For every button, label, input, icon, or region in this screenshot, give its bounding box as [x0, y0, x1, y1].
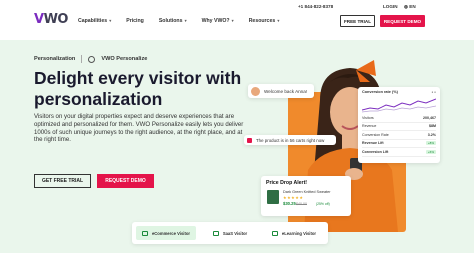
request-demo-button[interactable]: REQUEST DEMO	[380, 15, 425, 27]
chevron-down-icon: ▾	[108, 18, 112, 23]
hero-request-demo-button[interactable]: REQUEST DEMO	[97, 174, 154, 188]
cloud-icon	[212, 230, 219, 236]
conversion-rate-sparkline	[362, 98, 436, 113]
top-navigation-bar: VWO Capabilities ▾ Pricing Solutions ▾ W…	[0, 0, 474, 40]
stats-row: Revenue Lift +8%	[362, 140, 436, 148]
conversion-stats-card: Conversion rate (%) ● ● Visitors 200,467 …	[358, 87, 440, 163]
breadcrumb-personalization[interactable]: Personalization	[34, 56, 75, 62]
vwo-logo[interactable]: VWO	[34, 12, 68, 27]
hero-description: Visitors on your digital properties expe…	[34, 113, 244, 144]
welcome-card: Welcome back Anna!	[248, 84, 314, 98]
breadcrumb: Personalization VWO Personalize	[34, 55, 147, 63]
breadcrumb-divider	[81, 55, 83, 63]
tab-ecommerce-visitor[interactable]: eCommerce Visitor	[136, 226, 196, 240]
phone-number[interactable]: +1 844-822-8378	[298, 4, 333, 9]
globe-icon: ◍	[404, 4, 409, 9]
welcome-text: Welcome back Anna!	[264, 88, 308, 94]
login-link[interactable]: LOGIN	[383, 4, 398, 9]
vwo-personalize-icon	[88, 55, 96, 63]
tab-saas-visitor[interactable]: SaaS Visitor	[200, 226, 260, 240]
chevron-down-icon: ▾	[276, 18, 280, 23]
price-drop-card: Price Drop Alert! Dark Green Knitted Swe…	[261, 176, 351, 216]
product-name: Dark Green Knitted Sweater	[283, 190, 331, 194]
product-cart-text: The product is in 56 carts right now	[256, 137, 325, 143]
chevron-down-icon: ▾	[183, 18, 187, 23]
legend-icon: ● ●	[431, 90, 436, 94]
cart-icon	[141, 230, 148, 236]
stats-row: Conversion Lift +6%	[362, 148, 436, 157]
get-free-trial-button[interactable]: GET FREE TRIAL	[34, 174, 91, 188]
main-nav: Capabilities ▾ Pricing Solutions ▾ Why V…	[78, 18, 279, 24]
stats-row: Conversion Rate 3.2%	[362, 131, 436, 140]
stats-title: Conversion rate (%)	[362, 90, 398, 94]
language-selector[interactable]: ◍ EN	[404, 4, 416, 10]
stats-row: Visitors 200,467	[362, 114, 436, 123]
visitor-type-tabs: eCommerce Visitor SaaS Visitor eLearning…	[132, 222, 328, 244]
tab-elearning-visitor[interactable]: eLearning Visitor	[264, 226, 324, 240]
discount-label: (25% off)	[316, 201, 330, 206]
nav-item-solutions[interactable]: Solutions ▾	[159, 18, 187, 24]
cart-icon	[247, 137, 252, 143]
nav-item-pricing[interactable]: Pricing	[126, 18, 144, 24]
free-trial-button[interactable]: FREE TRIAL	[340, 15, 375, 27]
book-icon	[271, 230, 278, 236]
product-cart-card: The product is in 56 carts right now	[244, 135, 336, 145]
breadcrumb-vwo-personalize: VWO Personalize	[101, 56, 148, 62]
nav-item-resources[interactable]: Resources ▾	[249, 18, 280, 24]
original-price: $40.00	[296, 201, 307, 206]
avatar	[251, 86, 260, 96]
product-thumbnail	[267, 190, 279, 204]
current-price: $30.25	[283, 201, 296, 206]
nav-item-capabilities[interactable]: Capabilities ▾	[78, 18, 111, 24]
rating-stars: ★★★★★	[283, 195, 304, 200]
price-drop-title: Price Drop Alert!	[266, 180, 308, 186]
chevron-down-icon: ▾	[230, 18, 234, 23]
nav-item-why-vwo[interactable]: Why VWO? ▾	[202, 18, 234, 24]
stats-row: Revenue $8M	[362, 123, 436, 131]
page-title: Delight every visitor with personalizati…	[34, 68, 242, 109]
